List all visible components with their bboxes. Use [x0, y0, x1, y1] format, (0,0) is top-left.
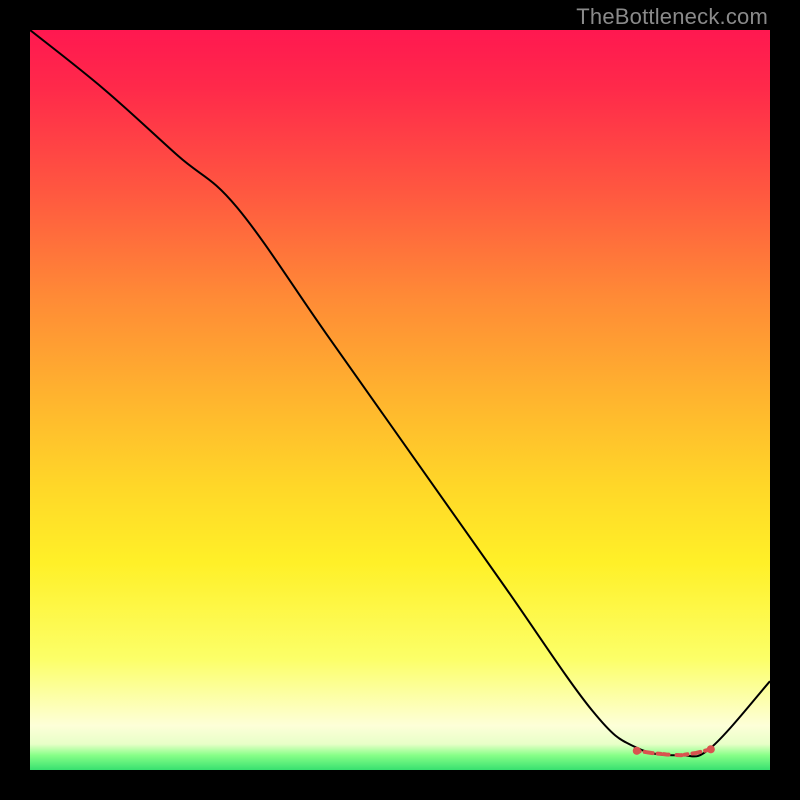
chart-svg: [30, 30, 770, 770]
optimum-endpoint: [707, 745, 715, 753]
optimum-endpoint: [633, 747, 641, 755]
plot-area: [30, 30, 770, 770]
chart-frame: TheBottleneck.com: [0, 0, 800, 800]
watermark-text: TheBottleneck.com: [576, 4, 768, 30]
bottleneck-curve: [30, 30, 770, 757]
